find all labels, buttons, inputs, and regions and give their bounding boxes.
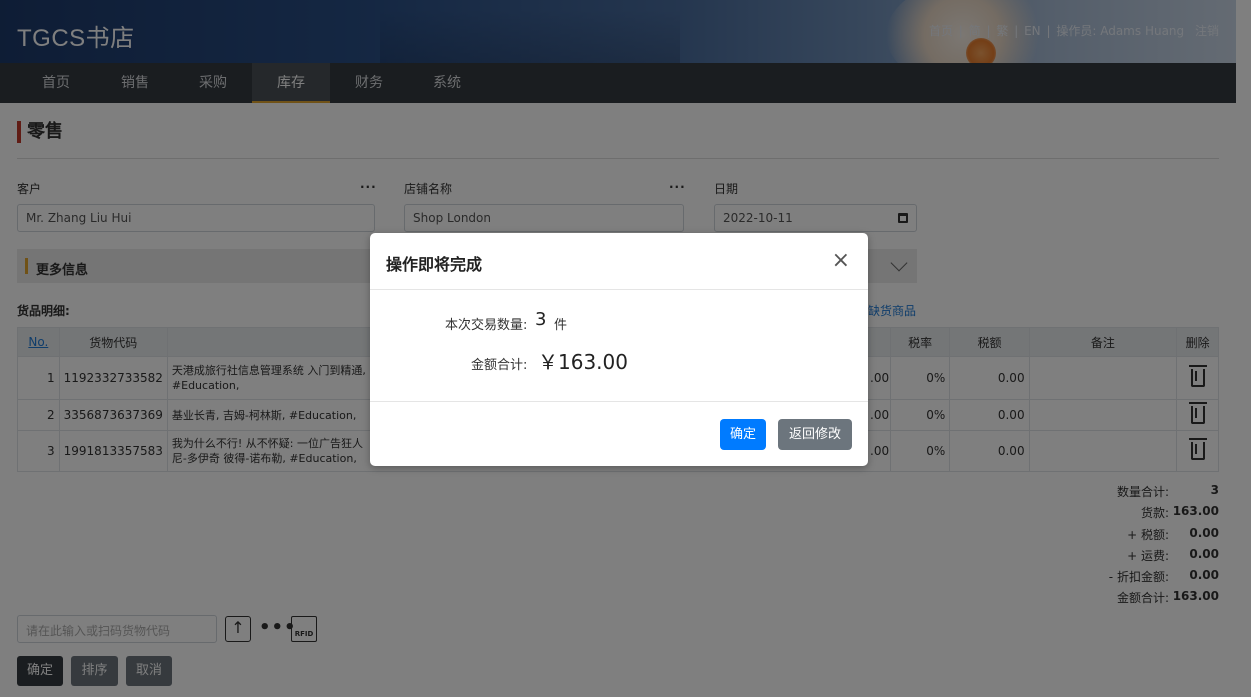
dialog-back-button[interactable]: 返回修改 [778, 419, 852, 450]
dialog-header: 操作即将完成 × [370, 233, 868, 290]
confirmation-dialog: 操作即将完成 × 本次交易数量: 3 件 金额合计: ￥163.00 确定 返回… [370, 233, 868, 466]
transaction-quantity-unit: 件 [554, 318, 568, 333]
transaction-quantity-value: 3 [535, 309, 547, 330]
dialog-confirm-button[interactable]: 确定 [720, 419, 766, 450]
close-icon[interactable]: × [832, 250, 850, 272]
dialog-amount-label: 金额合计: [471, 358, 528, 373]
dialog-amount-value: ￥163.00 [538, 350, 628, 374]
transaction-quantity-label: 本次交易数量: [445, 318, 528, 333]
dialog-body: 本次交易数量: 3 件 金额合计: ￥163.00 [370, 290, 868, 402]
dialog-title: 操作即将完成 [386, 255, 483, 274]
